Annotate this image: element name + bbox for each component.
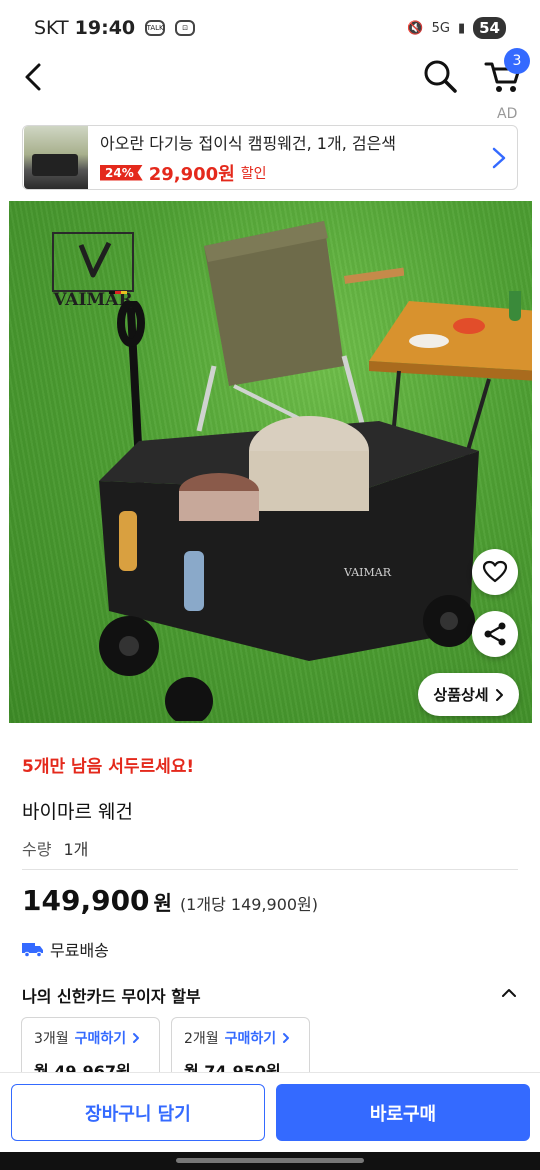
talk-notification-icon: TALK	[145, 20, 166, 36]
installment-collapse-button[interactable]	[498, 982, 520, 1004]
installment-card[interactable]: 3개월 구매하기 월 49,967원	[21, 1017, 160, 1081]
stock-warning: 5개만 남음 서두르세요!	[22, 757, 195, 777]
ad-price-row: 24% 29,900원 할인	[100, 160, 396, 186]
add-to-cart-button[interactable]: 장바구니 담기	[11, 1084, 265, 1141]
chevron-left-icon	[25, 63, 41, 91]
shipping-row: 무료배송	[22, 937, 109, 961]
top-nav	[0, 56, 540, 100]
chevron-right-icon	[495, 688, 503, 701]
share-icon	[484, 622, 506, 646]
ad-title: 아오란 다기능 접이식 캠핑웨건, 1개, 검은색	[100, 133, 397, 153]
back-button[interactable]	[18, 60, 48, 94]
installment-months: 2개월	[184, 1031, 219, 1047]
chevron-right-icon	[283, 1033, 290, 1043]
quantity-label: 수량	[22, 840, 52, 859]
battery-indicator: 54	[473, 17, 506, 39]
product-price: 149,900	[22, 884, 150, 917]
wishlist-button[interactable]	[472, 549, 518, 595]
carrier-label: SKT	[34, 17, 69, 39]
ad-price: 29,900원	[148, 163, 235, 185]
wagon-illustration: VAIMAR	[99, 301, 479, 721]
status-right: 🔇 5G ▮ 54	[407, 17, 506, 39]
price-row: 149,900 원 (1개당 149,900원)	[22, 884, 318, 917]
unit-price: (1개당 149,900원)	[179, 895, 319, 914]
installment-card[interactable]: 2개월 구매하기 월 74,950원	[171, 1017, 310, 1081]
clock: 19:40	[74, 17, 136, 39]
price-currency: 원	[153, 891, 172, 915]
heart-icon	[482, 560, 508, 583]
installment-title: 나의 신한카드 무이자 할부	[22, 987, 201, 1006]
svg-text:VAIMAR: VAIMAR	[343, 566, 392, 579]
vaimar-logo: VAIMAR	[52, 232, 134, 310]
network-label: 5G	[431, 20, 450, 36]
quantity-value: 1개	[63, 840, 89, 859]
quantity-row: 수량 1개	[22, 836, 88, 860]
ad-banner[interactable]: 아오란 다기능 접이식 캠핑웨건, 1개, 검은색 24% 29,900원 할인	[22, 125, 518, 190]
installment-header: 2개월 구매하기	[184, 1028, 297, 1048]
home-indicator[interactable]	[176, 1158, 364, 1163]
installment-buy-link[interactable]: 구매하기	[75, 1028, 127, 1048]
ad-discount-badge: 24%	[100, 164, 143, 181]
screenshot-notification-icon: ⊡	[175, 20, 196, 36]
shipping-label: 무료배송	[50, 941, 109, 960]
ad-info: 아오란 다기능 접이식 캠핑웨건, 1개, 검은색 24% 29,900원 할인	[100, 130, 396, 186]
product-detail-label: 상품상세	[433, 686, 489, 704]
buy-now-button[interactable]: 바로구매	[276, 1084, 530, 1141]
bottom-action-bar: 장바구니 담기 바로구매	[0, 1072, 540, 1152]
search-icon	[424, 60, 457, 93]
cart-count-badge: 3	[504, 48, 530, 74]
product-detail-button[interactable]: 상품상세	[418, 673, 519, 716]
chevron-right-icon	[492, 147, 506, 168]
signal-icon: ▮	[457, 20, 466, 36]
installment-header: 3개월 구매하기	[34, 1028, 147, 1048]
search-button[interactable]	[422, 58, 458, 94]
divider	[22, 869, 518, 870]
delivery-truck-icon	[22, 943, 43, 957]
installment-months: 3개월	[34, 1031, 69, 1047]
ad-thumbnail	[24, 126, 88, 189]
chevron-right-icon	[133, 1033, 140, 1043]
mute-icon: 🔇	[407, 20, 424, 36]
ad-sale-label: 할인	[240, 165, 267, 182]
chevron-up-icon	[502, 989, 516, 997]
product-name: 바이마르 웨건	[22, 801, 133, 823]
installment-buy-link[interactable]: 구매하기	[225, 1028, 277, 1048]
product-image[interactable]: VAIMAR VAIMAR 상품상세	[9, 201, 532, 723]
status-left: SKT 19:40 TALK ⊡	[34, 17, 196, 39]
share-button[interactable]	[472, 611, 518, 657]
status-bar: SKT 19:40 TALK ⊡ 🔇 5G ▮ 54	[0, 0, 540, 56]
ad-label: AD	[497, 106, 518, 122]
